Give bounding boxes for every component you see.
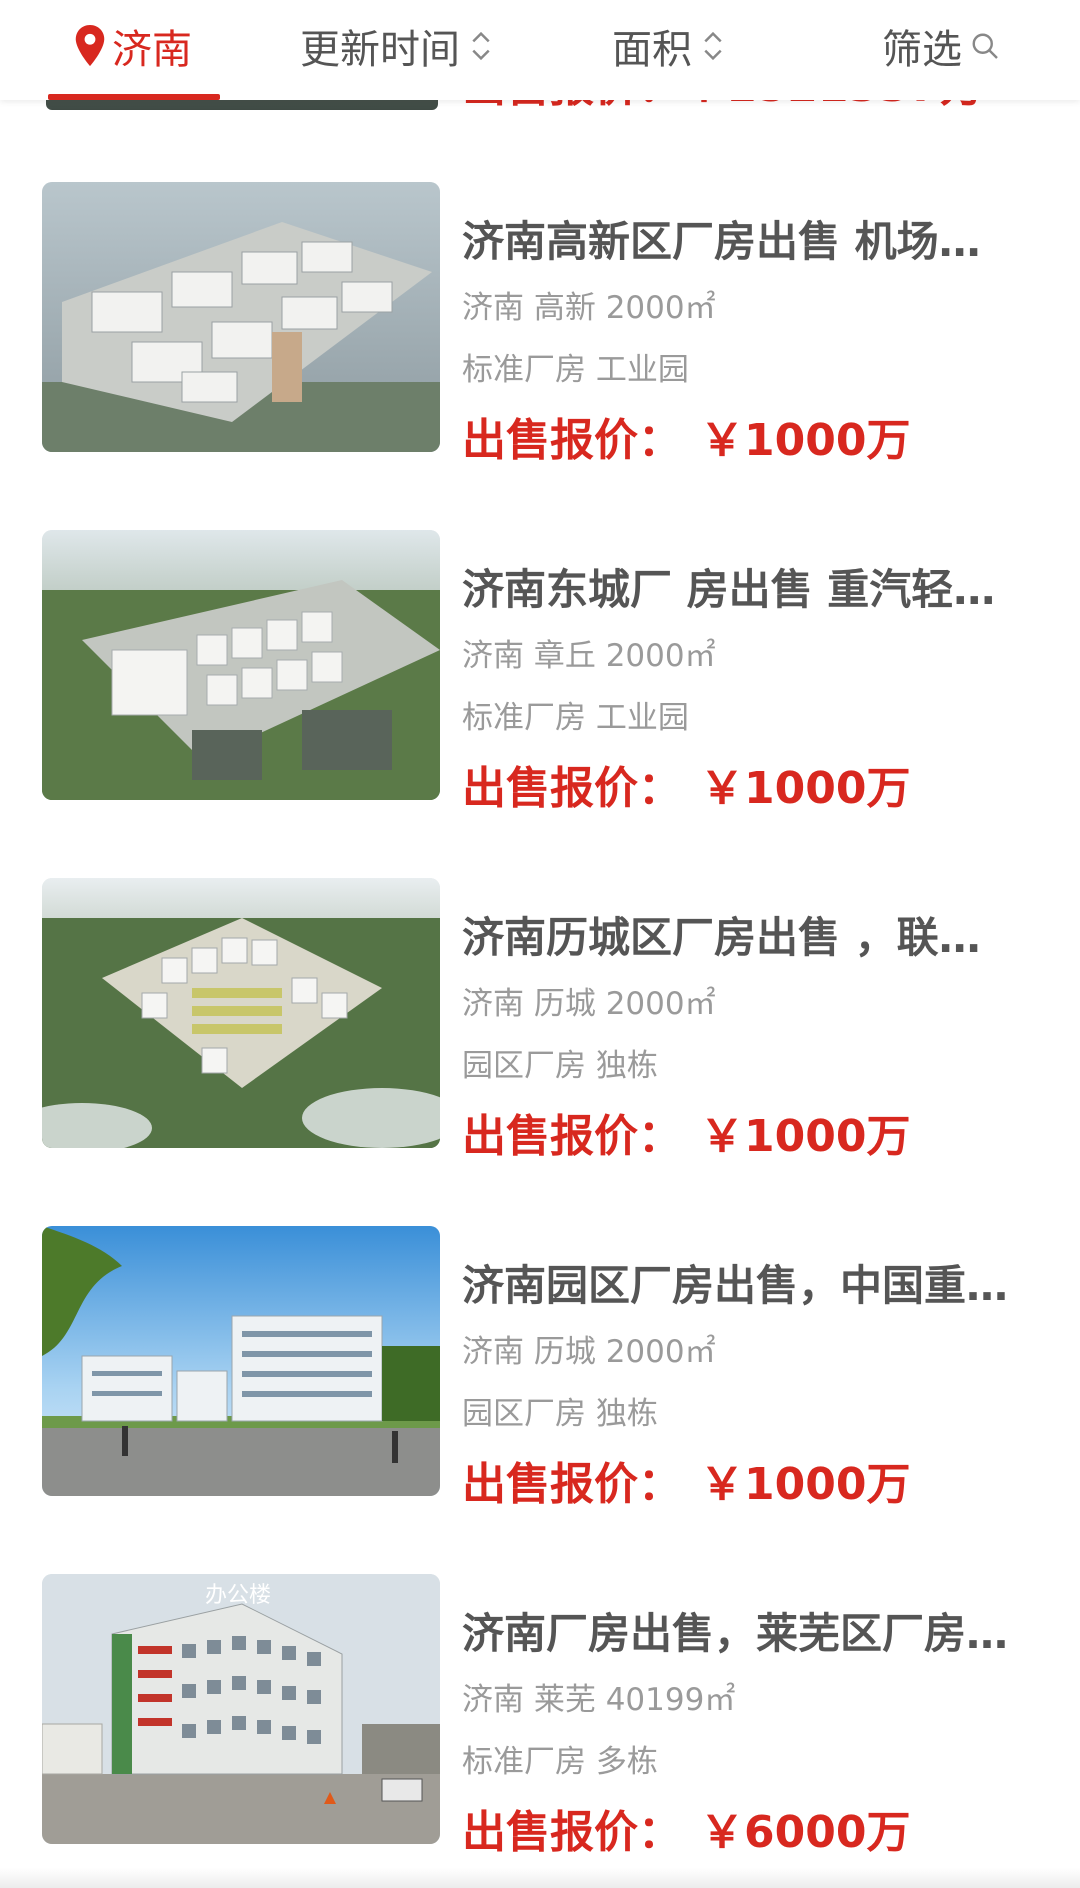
- city-tab[interactable]: 济南: [72, 18, 192, 74]
- listing-card[interactable]: 济南园区厂房出售，中国重汽附近 济南 历城 2000㎡ 园区厂房 独栋 出售报价…: [0, 1226, 1080, 1526]
- listing-card[interactable]: 济南高新区厂房出售 机场附近 济南 高新 2000㎡ 标准厂房 工业园 出售报价…: [0, 182, 1080, 482]
- search-icon: [972, 33, 998, 59]
- active-tab-indicator: [48, 94, 220, 100]
- listing-price: 出售报价： ￥6000万: [462, 1796, 910, 1860]
- price-value: ￥1000万: [700, 763, 911, 814]
- price-label: 出售报价：: [462, 1807, 682, 1858]
- price-label: 出售报价：: [462, 1459, 682, 1510]
- listing-thumbnail: [42, 878, 440, 1148]
- image-caption: 办公楼: [205, 1582, 271, 1607]
- price-label: 出售报价：: [462, 763, 682, 814]
- listing-location-area: 济南 历城 2000㎡: [462, 1334, 716, 1370]
- listing-thumbnail: [42, 530, 440, 800]
- sort-by-update-time[interactable]: 更新时间: [300, 18, 492, 74]
- listing-tags: 园区厂房 独栋: [462, 1396, 658, 1432]
- filter-label: 筛选: [882, 27, 962, 73]
- listing-title: 济南园区厂房出售，中国重汽附近: [462, 1261, 1022, 1310]
- sort-by-area[interactable]: 面积: [612, 18, 724, 74]
- listing-card[interactable]: 济南东城厂 房出售 重汽轻卡附近 济南 章丘 2000㎡ 标准厂房 工业园 出售…: [0, 530, 1080, 830]
- listing-thumbnail: 办公楼: [42, 1574, 440, 1844]
- bottom-edge-shadow: [0, 1868, 1080, 1888]
- listing-title: 济南东城厂 房出售 重汽轻卡附近: [462, 565, 1022, 614]
- factory-aerial-image: [42, 182, 440, 452]
- listing-tags: 园区厂房 独栋: [462, 1048, 658, 1084]
- listing-location-area: 济南 高新 2000㎡: [462, 290, 716, 326]
- price-label: 出售报价：: [462, 415, 682, 466]
- listing-thumbnail: [42, 1226, 440, 1496]
- update-time-label: 更新时间: [300, 27, 460, 73]
- listing-title: 济南历城区厂房出售 ，联排独栋: [462, 913, 1022, 962]
- listing-card[interactable]: 办公楼 济南厂房出售，莱芜区厂房多栋 济南 莱芜 40199㎡ 标准厂房 多栋 …: [0, 1574, 1080, 1874]
- price-value: ￥6000万: [700, 1807, 911, 1858]
- sort-updown-icon: [704, 31, 722, 61]
- sort-updown-icon: [472, 31, 490, 61]
- filter-button[interactable]: 筛选: [882, 18, 1000, 74]
- listing-tags: 标准厂房 工业园: [462, 352, 689, 388]
- listing-location-area: 济南 莱芜 40199㎡: [462, 1682, 736, 1718]
- listing-card[interactable]: 济南历城区厂房出售 ，联排独栋 济南 历城 2000㎡ 园区厂房 独栋 出售报价…: [0, 878, 1080, 1178]
- listing-page: 济南 更新时间 面积 筛选 出售报价：￥1521: [0, 0, 1080, 1888]
- price-label: 出售报价：: [462, 1111, 682, 1162]
- factory-aerial-image: [42, 878, 440, 1148]
- listing-tags: 标准厂房 多栋: [462, 1744, 658, 1780]
- listing-title: 济南厂房出售，莱芜区厂房多栋: [462, 1609, 1022, 1658]
- office-building-image: 办公楼: [42, 1574, 440, 1844]
- listing-price: 出售报价： ￥1000万: [462, 404, 910, 468]
- listing-tags: 标准厂房 工业园: [462, 700, 689, 736]
- location-pin-icon: [75, 25, 105, 67]
- area-label: 面积: [612, 27, 692, 73]
- listing-location-area: 济南 章丘 2000㎡: [462, 638, 716, 674]
- price-value: ￥1000万: [700, 1459, 911, 1510]
- filter-bar: 济南 更新时间 面积 筛选: [0, 0, 1080, 100]
- factory-aerial-image: [42, 530, 440, 800]
- listing-title: 济南高新区厂房出售 机场附近: [462, 217, 1022, 266]
- price-value: ￥1000万: [700, 1111, 911, 1162]
- listing-location-area: 济南 历城 2000㎡: [462, 986, 716, 1022]
- listing-thumbnail: [42, 182, 440, 452]
- listing-price: 出售报价： ￥1000万: [462, 1100, 910, 1164]
- city-tab-label: 济南: [112, 27, 192, 73]
- factory-street-image: [42, 1226, 440, 1496]
- listing-price: 出售报价： ￥1000万: [462, 752, 910, 816]
- listing-price: 出售报价： ￥1000万: [462, 1448, 910, 1512]
- price-value: ￥1000万: [700, 415, 911, 466]
